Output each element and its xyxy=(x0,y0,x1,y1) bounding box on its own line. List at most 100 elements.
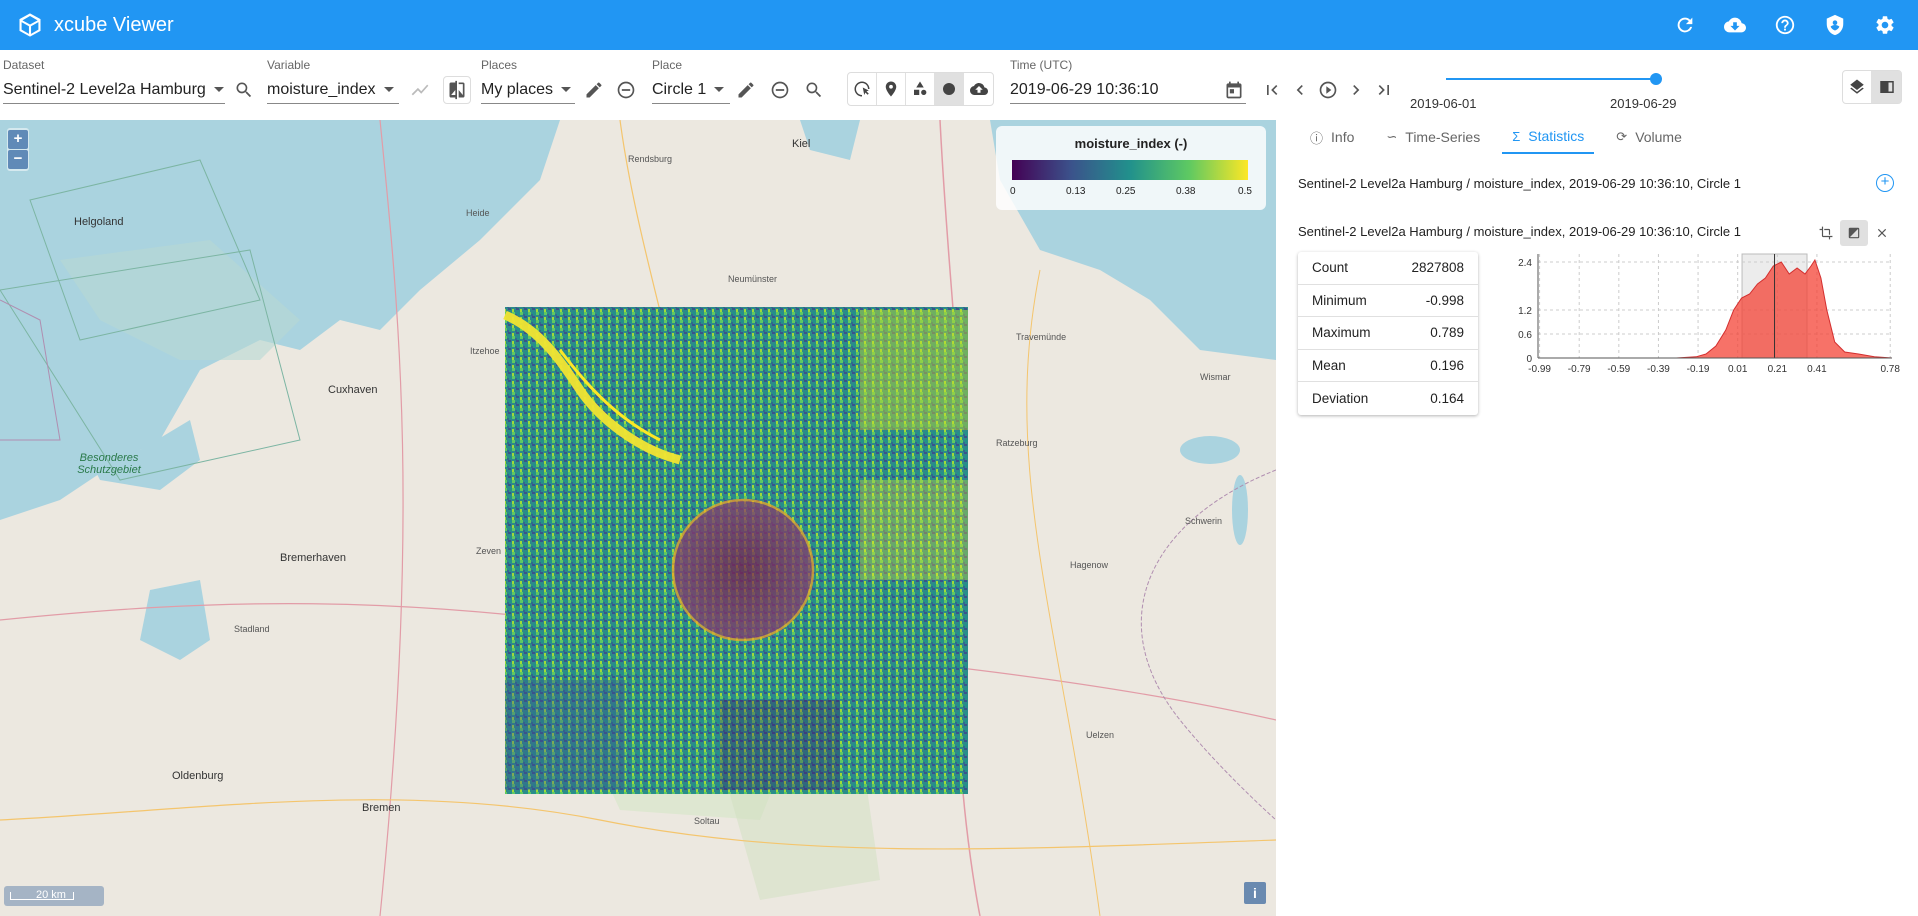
map-label-oldenburg: Oldenburg xyxy=(172,770,224,782)
stat-name: Maximum xyxy=(1312,325,1371,341)
slider-start-label: 2019-06-01 xyxy=(1410,96,1477,111)
dataset-label: Dataset xyxy=(3,58,45,72)
tab-statistics[interactable]: Σ Statistics xyxy=(1502,120,1595,154)
toggle-details-button[interactable] xyxy=(1840,220,1868,246)
previous-time-button[interactable] xyxy=(1286,76,1314,104)
x-tick-label: -0.59 xyxy=(1607,364,1630,375)
tab-time-series[interactable]: ∽ Time-Series xyxy=(1376,120,1490,154)
map-label-cuxhaven: Cuxhaven xyxy=(328,384,378,396)
legend-tick: 0.13 xyxy=(1066,186,1086,197)
x-tick-label: 0.78 xyxy=(1880,364,1900,375)
tab-label: Statistics xyxy=(1528,128,1585,144)
chevron-down-icon xyxy=(561,87,572,92)
attribution-button[interactable]: i xyxy=(1244,882,1266,904)
refresh-button[interactable] xyxy=(1660,0,1710,50)
histogram-chart[interactable]: 00.61.22.4-0.99 -0.79 -0.59 -0.39 -0.19 0.01 0… xyxy=(1500,246,1900,386)
legend-tick: 0.5 xyxy=(1238,186,1252,197)
polygon-tool-button[interactable] xyxy=(906,73,935,105)
map-label-travemuende: Travemünde xyxy=(1016,332,1067,342)
app-bar: xcube Viewer xyxy=(0,0,1918,50)
play-button[interactable] xyxy=(1314,76,1342,104)
statistics-card-title: Sentinel-2 Level2a Hamburg / moisture_in… xyxy=(1298,224,1741,239)
remove-places-button[interactable] xyxy=(612,76,640,104)
upload-places-button[interactable] xyxy=(964,73,993,105)
map-label-kiel: Kiel xyxy=(792,138,811,150)
remove-place-button[interactable] xyxy=(766,76,794,104)
tab-volume[interactable]: ⟳ Volume xyxy=(1606,120,1692,154)
places-label: Places xyxy=(481,58,518,72)
stat-name: Minimum xyxy=(1312,292,1367,308)
pencil-icon xyxy=(586,82,602,98)
slider-end-label: 2019-06-29 xyxy=(1610,96,1677,111)
circle-tool-button[interactable] xyxy=(935,73,964,105)
colorbar-legend[interactable]: moisture_index (-) 0 0.13 0.25 0.38 0.5 xyxy=(996,126,1266,210)
map-view[interactable]: Helgoland Cuxhaven Bremerhaven Bremen Ol… xyxy=(0,120,1276,916)
map-label-neumuenster: Neumünster xyxy=(728,274,778,284)
download-button[interactable] xyxy=(1710,0,1760,50)
calendar-button[interactable] xyxy=(1220,76,1248,104)
circle-icon xyxy=(943,83,955,95)
variable-select[interactable]: moisture_index xyxy=(267,76,399,104)
dataset-info-button[interactable] xyxy=(230,76,258,104)
place-select[interactable]: Circle 1 xyxy=(652,76,730,104)
y-tick-label: 1.2 xyxy=(1518,306,1532,317)
cloud-upload-icon xyxy=(969,83,988,95)
map-label-bremen: Bremen xyxy=(362,802,401,814)
zoom-search-icon xyxy=(806,82,822,98)
chevron-down-icon xyxy=(213,87,224,92)
rename-places-button[interactable] xyxy=(580,76,608,104)
legend-tick: 0.25 xyxy=(1116,186,1136,197)
first-time-button[interactable] xyxy=(1258,76,1286,104)
layers-button[interactable] xyxy=(1843,71,1872,103)
compare-mode-button[interactable] xyxy=(443,76,471,104)
sigma-icon: Σ xyxy=(1512,128,1521,144)
places-select[interactable]: My places xyxy=(481,76,575,104)
toggle-axis-range-button[interactable] xyxy=(1812,220,1840,246)
slider-thumb[interactable] xyxy=(1650,73,1662,85)
map-label-ratzeburg: Ratzeburg xyxy=(996,438,1038,448)
places-value: My places xyxy=(481,80,554,98)
settings-button[interactable] xyxy=(1860,0,1910,50)
rename-place-button[interactable] xyxy=(732,76,760,104)
skip-first-icon xyxy=(1267,85,1278,95)
x-tick-label: -0.99 xyxy=(1528,364,1551,375)
scale-text: 20 km xyxy=(36,889,66,901)
map-label-wismar: Wismar xyxy=(1200,372,1231,382)
privacy-button[interactable] xyxy=(1810,0,1860,50)
tab-info[interactable]: ⓘ Info xyxy=(1300,120,1364,154)
add-statistics-button[interactable]: + xyxy=(1876,174,1894,192)
x-tick-label: 0.21 xyxy=(1768,364,1788,375)
remove-circle-icon xyxy=(771,81,789,99)
timeseries-icon: ∽ xyxy=(1386,129,1398,144)
last-time-button[interactable] xyxy=(1370,76,1398,104)
map-interaction-toolbar xyxy=(847,72,994,106)
timeseries-add-button[interactable] xyxy=(406,76,434,104)
stat-name: Deviation xyxy=(1312,390,1369,406)
refresh-icon xyxy=(1677,17,1693,33)
x-tick-label: 0.01 xyxy=(1728,364,1748,375)
sidebar-toggle-button[interactable] xyxy=(1872,71,1901,103)
slider-track xyxy=(1446,78,1656,80)
map-label-heide: Heide xyxy=(466,208,490,218)
map-label-itzehoe: Itzehoe xyxy=(470,346,500,356)
chevron-down-icon xyxy=(383,87,394,92)
next-time-button[interactable] xyxy=(1342,76,1370,104)
volume-icon: ⟳ xyxy=(1616,129,1628,144)
close-statistics-button[interactable] xyxy=(1868,220,1896,246)
time-input[interactable]: 2019-06-29 10:36:10 xyxy=(1010,76,1246,104)
dataset-select[interactable]: Sentinel-2 Level2a Hamburg xyxy=(3,76,225,104)
table-row: Deviation 0.164 xyxy=(1298,382,1478,415)
chevron-down-icon xyxy=(714,87,725,92)
shapes-icon xyxy=(914,81,927,95)
place-circle-1[interactable] xyxy=(671,498,815,642)
zoom-to-place-button[interactable] xyxy=(800,76,828,104)
select-tool-button[interactable] xyxy=(848,73,877,105)
zoom-out-button[interactable]: − xyxy=(8,150,28,169)
variable-label: Variable xyxy=(267,58,311,72)
select-cursor-icon xyxy=(854,81,870,97)
time-range-slider[interactable]: 2019-06-01 2019-06-29 xyxy=(1410,50,1680,120)
zoom-in-button[interactable]: + xyxy=(8,130,28,149)
map-label-uelzen: Uelzen xyxy=(1086,730,1115,740)
point-tool-button[interactable] xyxy=(877,73,906,105)
help-button[interactable] xyxy=(1760,0,1810,50)
